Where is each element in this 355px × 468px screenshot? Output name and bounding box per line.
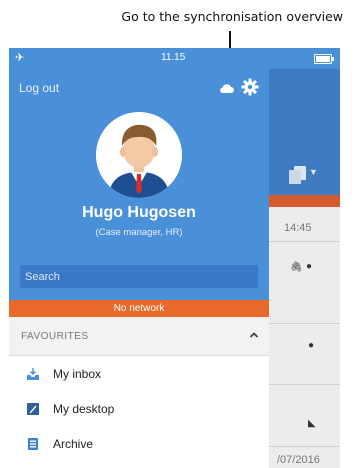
list-item-time: 14:45 [284,222,312,234]
user-name: Hugo Hugosen [82,204,196,221]
phone-screen: ✈ 11.15 ▼ ⌄ 14:45 🖇 ● ● ◣ /07/2016 Log o… [9,48,340,468]
favourite-item-archive[interactable]: Archive [9,427,269,461]
favourites-section-header[interactable]: FAVOURITES [9,317,269,356]
caret-down-icon[interactable]: ▼ [309,167,318,177]
network-status-banner: No network [9,300,269,317]
battery-icon [314,54,334,64]
favourite-item-label: Archive [53,437,94,451]
favourite-item-label: My inbox [53,367,102,381]
status-time: 11.15 [161,52,186,63]
attachment-icon: 🖇 [290,262,303,273]
document-icon: ◣ [308,418,316,429]
favourite-item-label: My desktop [53,402,115,416]
search-box [20,265,258,288]
airplane-mode-icon: ✈ [15,52,25,64]
chevron-up-icon[interactable] [249,330,259,340]
copy-icon[interactable] [289,166,306,184]
user-avatar-illustration [96,112,182,198]
navigation-drawer: Log out Hugo Hugosen (Case manager, HR) … [9,69,269,468]
user-role: (Case manager, HR) [95,227,183,238]
gear-icon[interactable] [241,78,259,96]
favourites-title: FAVOURITES [21,331,89,342]
inbox-icon [27,368,39,380]
logout-link[interactable]: Log out [19,81,59,95]
avatar [96,112,182,198]
favourite-item-desktop[interactable]: My desktop [9,392,269,426]
status-bar: ✈ 11.15 [9,48,340,69]
list-item-date: /07/2016 [277,454,320,466]
favourite-item-inbox[interactable]: My inbox [9,357,269,391]
archive-icon [28,438,38,450]
profile-panel: Log out Hugo Hugosen (Case manager, HR) … [9,69,269,300]
callout-text: Go to the synchronisation overview [121,9,343,24]
comment-icon: ● [308,340,315,351]
comment-icon: ● [306,261,313,272]
desktop-icon [27,403,39,415]
search-input[interactable] [20,265,258,288]
cloud-sync-icon[interactable] [218,83,234,93]
